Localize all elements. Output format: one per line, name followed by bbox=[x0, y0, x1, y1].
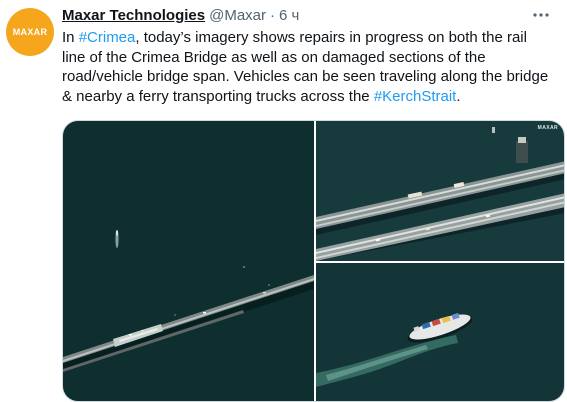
tweet-text: In #Crimea, today’s imagery shows repair… bbox=[62, 28, 552, 106]
hashtag-crimea-link[interactable]: #Crimea bbox=[79, 29, 136, 46]
text-segment: . bbox=[456, 87, 461, 105]
more-options-button[interactable] bbox=[529, 6, 553, 24]
author-handle[interactable]: @Maxar bbox=[209, 6, 266, 26]
tweet[interactable]: MAXAR Maxar Technologies @Maxar · 6 ч In… bbox=[0, 0, 567, 402]
author-name[interactable]: Maxar Technologies bbox=[62, 6, 205, 26]
separator-dot: · bbox=[270, 7, 275, 24]
text-segment: , today’s imagery shows repairs in progr… bbox=[62, 29, 549, 105]
tweet-header: Maxar Technologies @Maxar · 6 ч bbox=[62, 6, 299, 26]
media-grid: MAXAR bbox=[62, 120, 565, 402]
media-image-bridge-wide[interactable] bbox=[63, 121, 314, 401]
maxar-watermark: MAXAR bbox=[537, 125, 558, 131]
hashtag-kerchstrait-link[interactable]: #KerchStrait bbox=[374, 88, 457, 105]
tweet-time[interactable]: 6 ч bbox=[279, 6, 299, 26]
avatar[interactable]: MAXAR bbox=[6, 8, 54, 56]
avatar-logo-text: MAXAR bbox=[12, 27, 48, 37]
text-segment: In bbox=[62, 29, 79, 46]
media-image-bridge-closeup[interactable]: MAXAR bbox=[316, 121, 564, 261]
media-image-ferry[interactable] bbox=[316, 263, 564, 401]
more-horizontal-icon bbox=[533, 13, 549, 17]
